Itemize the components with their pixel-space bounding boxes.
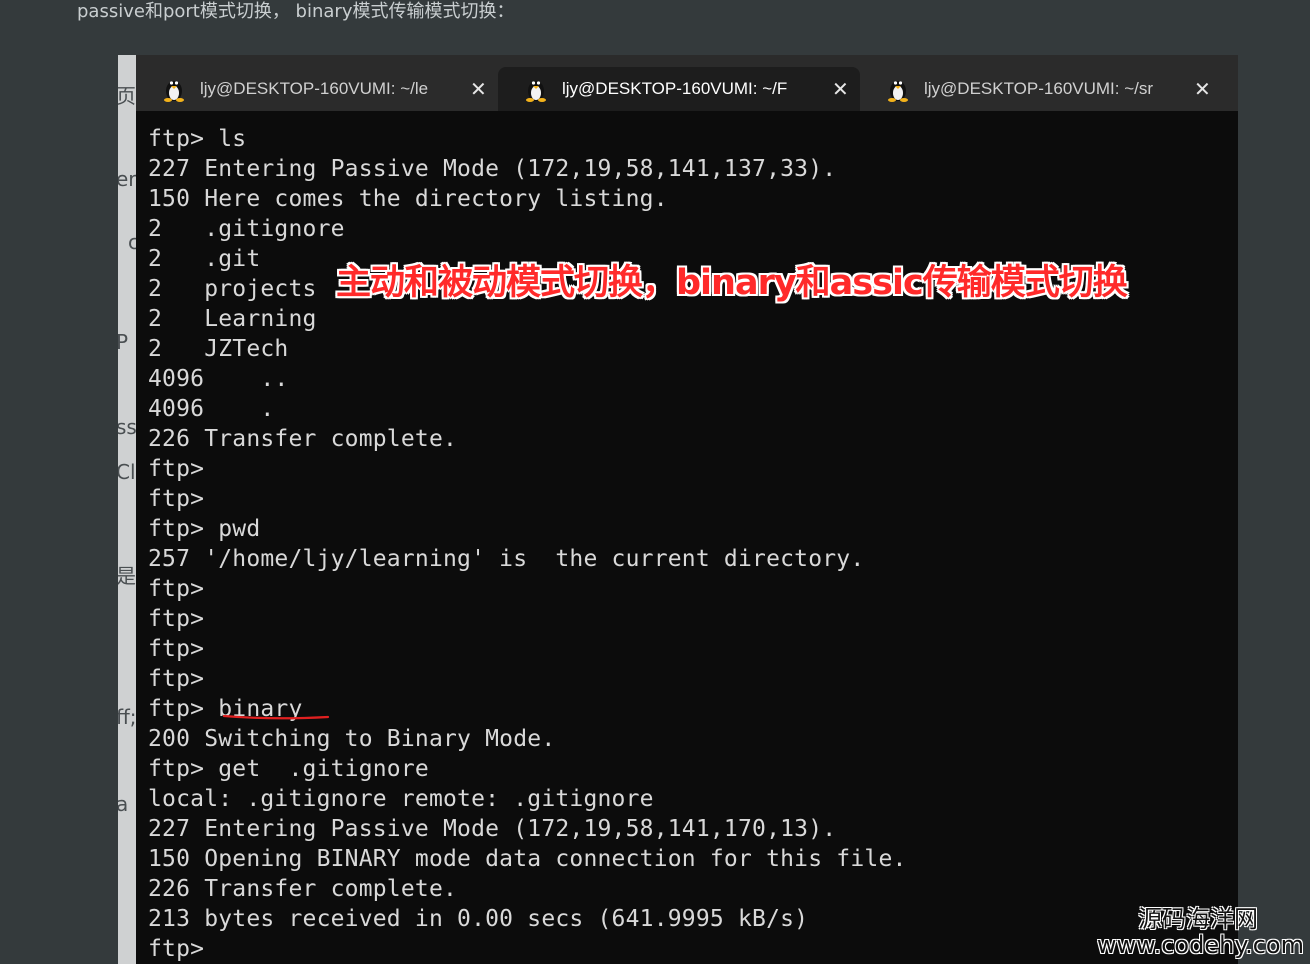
close-icon[interactable]: ✕	[832, 79, 849, 99]
terminal-line: 150 Here comes the directory listing.	[148, 186, 668, 212]
terminal-line: 257 '/home/ljy/learning' is the current …	[148, 546, 865, 572]
terminal-line: ftp>	[148, 936, 205, 962]
page-text-fragment: a	[118, 792, 129, 816]
red-underline-mark	[222, 714, 330, 720]
terminal-window[interactable]: ljy@DESKTOP-160VUMI: ~/le ✕ ljy@DESKTOP-…	[136, 55, 1238, 964]
page-text-fragment: c	[128, 230, 136, 254]
terminal-line: 4096 .	[148, 396, 275, 422]
terminal-line: 227 Entering Passive Mode (172,19,58,141…	[148, 156, 837, 182]
page-text-fragment: P	[118, 330, 129, 354]
tab-title: ljy@DESKTOP-160VUMI: ~/sr	[924, 79, 1154, 98]
terminal-line: 4096 ..	[148, 366, 289, 392]
terminal-line: ftp> get .gitignore	[148, 756, 429, 782]
terminal-line: ftp>	[148, 606, 205, 632]
terminal-output[interactable]: ftp> ls 227 Entering Passive Mode (172,1…	[148, 124, 907, 964]
page-caption: passive和port模式切换， binary模式传输模式切换：	[77, 1, 515, 22]
terminal-line: 2 Learning	[148, 306, 317, 332]
terminal-line: ftp>	[148, 486, 205, 512]
linux-tux-icon	[526, 81, 546, 102]
terminal-line: ftp>	[148, 456, 205, 482]
terminal-line: 2 .gitignore	[148, 216, 345, 242]
page-text-fragment: er	[118, 167, 136, 191]
background-page-strip: 页 er c P ss Cl 是p ff; a	[118, 55, 136, 964]
terminal-line: local: .gitignore remote: .gitignore	[148, 786, 654, 812]
tab-bar: ljy@DESKTOP-160VUMI: ~/le ✕ ljy@DESKTOP-…	[136, 55, 1238, 111]
tab-1[interactable]: ljy@DESKTOP-160VUMI: ~/le ✕	[136, 67, 498, 111]
terminal-line: 200 Switching to Binary Mode.	[148, 726, 556, 752]
red-annotation-label: 主动和被动模式切换，binary和assic传输模式切换	[336, 263, 1128, 303]
terminal-line: ftp>	[148, 636, 205, 662]
page-text-fragment: ff;	[118, 705, 136, 729]
terminal-line: ftp>	[148, 576, 205, 602]
page-text-fragment: 是p	[118, 564, 136, 588]
watermark: 源码海洋网 www.codehy.com	[1097, 906, 1304, 958]
terminal-line: 226 Transfer complete.	[148, 426, 458, 452]
watermark-title: 源码海洋网	[1138, 905, 1258, 933]
terminal-line: ftp> ls	[148, 126, 247, 152]
close-icon[interactable]: ✕	[470, 79, 487, 99]
watermark-url: www.codehy.com	[1096, 931, 1304, 959]
tab-title: ljy@DESKTOP-160VUMI: ~/F	[562, 79, 788, 98]
page-text-fragment: ss	[118, 415, 136, 439]
linux-tux-icon	[164, 81, 184, 102]
terminal-line: 213 bytes received in 0.00 secs (641.999…	[148, 906, 809, 932]
terminal-line: 227 Entering Passive Mode (172,19,58,141…	[148, 816, 837, 842]
page-text-fragment: 页	[118, 84, 136, 108]
terminal-line: 2 JZTech	[148, 336, 289, 362]
page-text-fragment: Cl	[118, 460, 136, 484]
tab-title: ljy@DESKTOP-160VUMI: ~/le	[200, 79, 429, 98]
terminal-line: 226 Transfer complete.	[148, 876, 458, 902]
close-icon[interactable]: ✕	[1194, 79, 1211, 99]
terminal-line: ftp>	[148, 666, 205, 692]
linux-tux-icon	[888, 81, 908, 102]
terminal-line: ftp> pwd	[148, 516, 261, 542]
terminal-line: 150 Opening BINARY mode data connection …	[148, 846, 907, 872]
tab-3[interactable]: ljy@DESKTOP-160VUMI: ~/sr ✕	[860, 67, 1222, 111]
tab-2[interactable]: ljy@DESKTOP-160VUMI: ~/F ✕	[498, 67, 860, 111]
